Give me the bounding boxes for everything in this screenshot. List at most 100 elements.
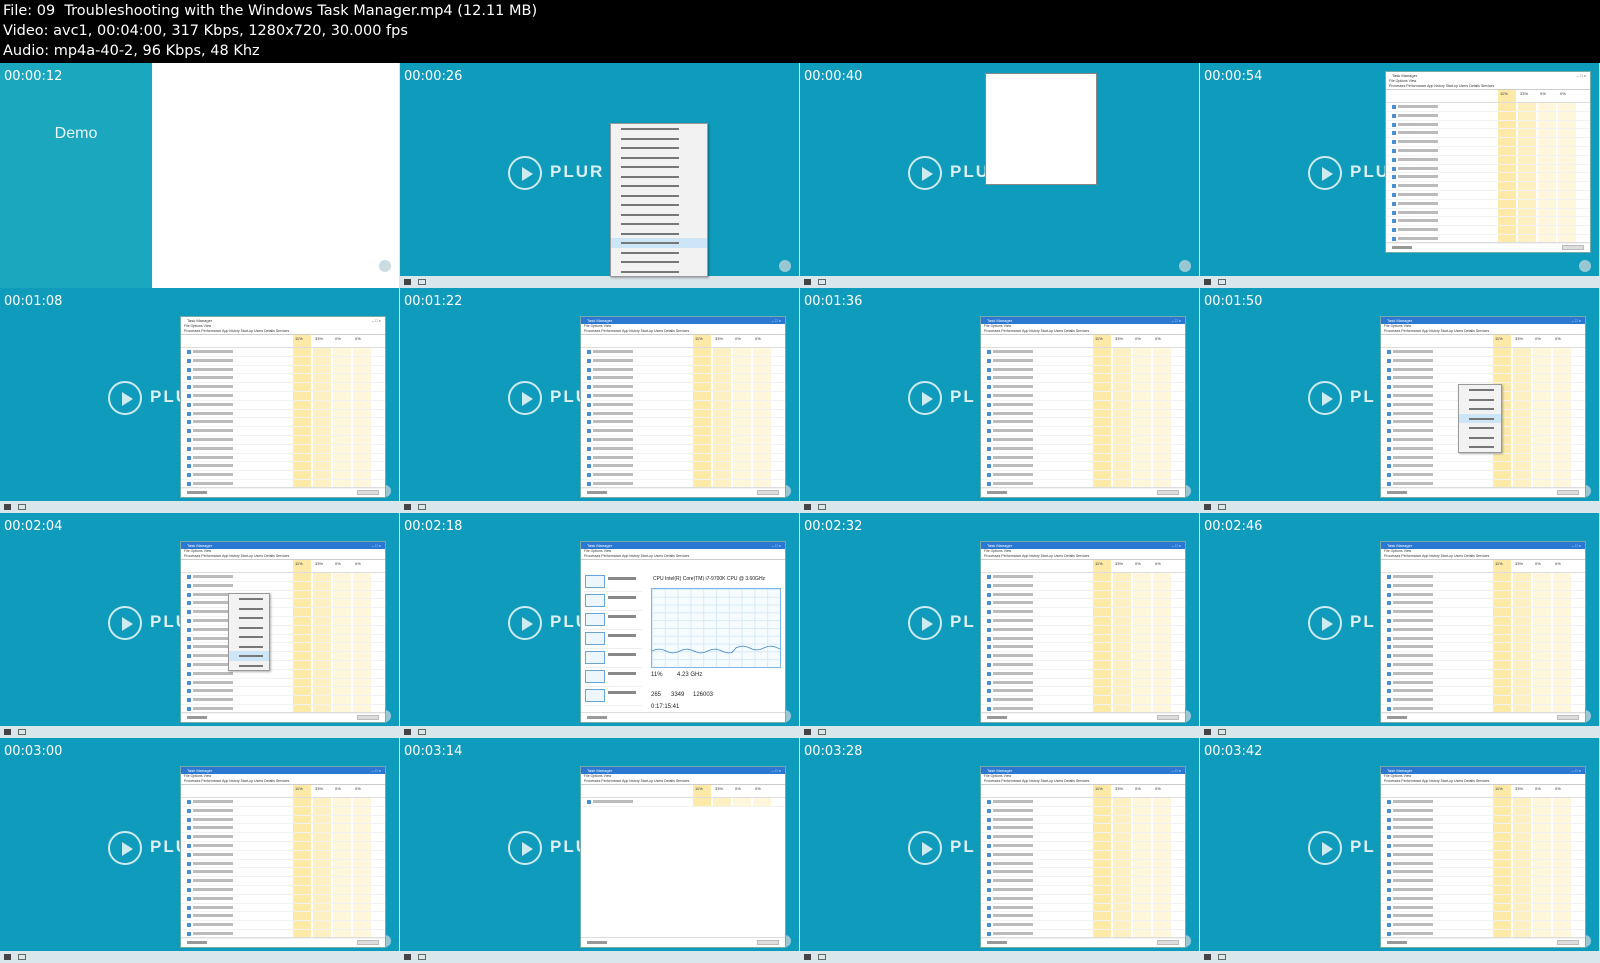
thumbnail-cell[interactable]: 00:01:08PLURTask ManagerFile Options Vie… xyxy=(0,288,400,513)
table-row[interactable] xyxy=(181,798,385,807)
taskbar-app-icon[interactable] xyxy=(818,504,826,510)
table-row[interactable] xyxy=(1381,660,1585,670)
windows-start-icon[interactable] xyxy=(404,279,411,285)
fewer-details-link[interactable] xyxy=(187,941,207,944)
windows-start-icon[interactable] xyxy=(404,954,411,960)
table-row[interactable] xyxy=(1381,634,1585,644)
table-row[interactable] xyxy=(1381,815,1585,825)
taskbar-app-icon[interactable] xyxy=(1218,279,1226,285)
table-row[interactable] xyxy=(181,850,385,860)
windows-start-icon[interactable] xyxy=(4,954,11,960)
task-manager-window[interactable]: Task ManagerFile Options ViewProcesses P… xyxy=(180,766,386,948)
fewer-details-link[interactable] xyxy=(187,716,207,719)
table-row[interactable] xyxy=(181,374,385,384)
menu-item[interactable] xyxy=(611,153,707,163)
menu-item[interactable] xyxy=(611,134,707,144)
menu-item[interactable] xyxy=(1459,404,1501,414)
table-row[interactable] xyxy=(181,427,385,436)
table-row[interactable] xyxy=(181,625,385,635)
windows-start-icon[interactable] xyxy=(4,504,11,510)
table-row[interactable] xyxy=(1381,616,1585,626)
taskbar-app-icon[interactable] xyxy=(418,729,426,735)
table-row[interactable] xyxy=(1381,912,1585,922)
task-manager-window[interactable]: Task ManagerFile Options ViewProcesses P… xyxy=(580,316,786,498)
table-row[interactable] xyxy=(1381,824,1585,834)
table-row[interactable] xyxy=(581,471,785,480)
perf-sidebar-item[interactable] xyxy=(584,592,642,611)
table-row[interactable] xyxy=(981,678,1185,688)
table-row[interactable] xyxy=(981,833,1185,842)
table-row[interactable] xyxy=(1381,669,1585,679)
table-row[interactable] xyxy=(981,859,1185,869)
table-row[interactable] xyxy=(981,643,1185,653)
table-row[interactable] xyxy=(981,427,1185,436)
table-row[interactable] xyxy=(1381,599,1585,609)
table-row[interactable] xyxy=(1386,164,1590,174)
fewer-details-link[interactable] xyxy=(987,716,1007,719)
table-row[interactable] xyxy=(981,894,1185,904)
table-row[interactable] xyxy=(981,391,1185,401)
fewer-details-link[interactable] xyxy=(1387,716,1407,719)
menu-item[interactable] xyxy=(1459,442,1501,452)
thumbnail-cell[interactable]: 00:03:00PLURTask ManagerFile Options Vie… xyxy=(0,738,400,963)
table-row[interactable] xyxy=(1386,111,1590,121)
table-row[interactable] xyxy=(181,912,385,922)
table-row[interactable] xyxy=(1381,798,1585,807)
context-menu[interactable] xyxy=(228,593,270,671)
task-manager-window[interactable]: Task ManagerFile Options ViewProcesses P… xyxy=(1380,766,1586,948)
table-row[interactable] xyxy=(581,462,785,472)
table-row[interactable] xyxy=(581,435,785,445)
table-row[interactable] xyxy=(981,400,1185,410)
end-task-button[interactable] xyxy=(1557,715,1579,720)
table-row[interactable] xyxy=(181,400,385,410)
table-row[interactable] xyxy=(981,409,1185,419)
table-row[interactable] xyxy=(981,912,1185,922)
table-row[interactable] xyxy=(1381,859,1585,869)
menu-item[interactable] xyxy=(611,229,707,239)
thumbnail-cell[interactable]: 00:00:54PLURTask ManagerFile Options Vie… xyxy=(1200,63,1600,288)
thumbnail-cell[interactable]: 00:01:22PLURTask ManagerFile Options Vie… xyxy=(400,288,800,513)
table-row[interactable] xyxy=(181,471,385,480)
table-row[interactable] xyxy=(1386,173,1590,183)
thumbnail-cell[interactable]: 00:02:46 PLTask ManagerFile Options ViewP… xyxy=(1200,513,1600,738)
menu-item[interactable] xyxy=(611,191,707,201)
table-row[interactable] xyxy=(1381,590,1585,600)
table-row[interactable] xyxy=(1381,921,1585,930)
table-row[interactable] xyxy=(181,590,385,600)
end-task-button[interactable] xyxy=(1157,940,1179,945)
table-row[interactable] xyxy=(581,356,785,366)
table-row[interactable] xyxy=(981,383,1185,392)
windows-start-icon[interactable] xyxy=(1204,954,1211,960)
table-row[interactable] xyxy=(1386,120,1590,130)
menu-item[interactable] xyxy=(1459,423,1501,433)
table-row[interactable] xyxy=(581,453,785,463)
context-menu[interactable] xyxy=(1458,384,1502,453)
table-row[interactable] xyxy=(981,841,1185,851)
table-row[interactable] xyxy=(581,409,785,419)
menu-item[interactable] xyxy=(611,248,707,258)
table-row[interactable] xyxy=(181,921,385,930)
end-task-button[interactable] xyxy=(357,940,379,945)
menu-item[interactable] xyxy=(611,219,707,229)
table-row[interactable] xyxy=(181,859,385,869)
table-row[interactable] xyxy=(981,573,1185,582)
table-row[interactable] xyxy=(181,894,385,904)
table-row[interactable] xyxy=(981,365,1185,375)
menu-item[interactable] xyxy=(611,181,707,191)
table-row[interactable] xyxy=(981,374,1185,384)
menu-item[interactable] xyxy=(611,200,707,210)
table-row[interactable] xyxy=(181,885,385,895)
table-row[interactable] xyxy=(581,400,785,410)
windows-start-icon[interactable] xyxy=(4,729,11,735)
fewer-details-link[interactable] xyxy=(1387,941,1407,944)
table-row[interactable] xyxy=(1386,226,1590,235)
perf-sidebar-item[interactable] xyxy=(584,611,642,630)
task-manager-window[interactable]: Task ManagerFile Options ViewProcesses P… xyxy=(980,766,1186,948)
table-row[interactable] xyxy=(1381,678,1585,688)
table-row[interactable] xyxy=(981,471,1185,480)
menu-item[interactable] xyxy=(229,604,269,614)
menu-item[interactable] xyxy=(229,594,269,604)
windows-start-icon[interactable] xyxy=(1204,729,1211,735)
end-task-button[interactable] xyxy=(1157,490,1179,495)
table-row[interactable] xyxy=(1386,182,1590,191)
